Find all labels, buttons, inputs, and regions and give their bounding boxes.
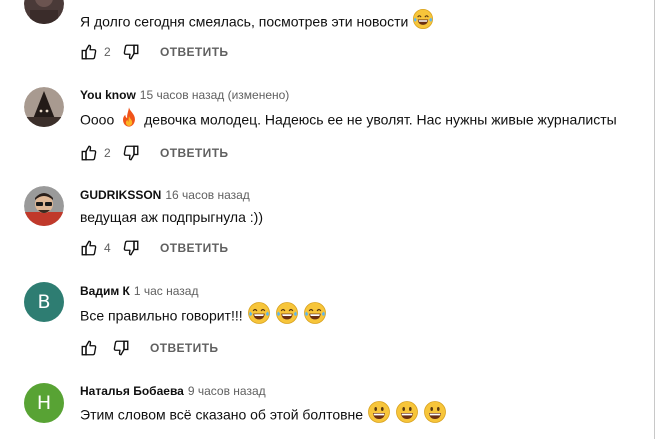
fire-icon <box>118 106 140 133</box>
laughing-face-icon <box>412 8 434 35</box>
avatar[interactable] <box>24 186 64 226</box>
comment-actions: 4 ОТВЕТИТЬ <box>80 236 228 260</box>
comment-meta: Вадим К 1 час назад <box>80 283 199 299</box>
comment-meta: GUDRIKSSON 16 часов назад <box>80 187 250 203</box>
reply-button[interactable]: ОТВЕТИТЬ <box>150 341 218 355</box>
thumbs-up-icon[interactable] <box>80 144 98 162</box>
avatar[interactable] <box>24 87 64 127</box>
like-count: 2 <box>104 45 111 59</box>
comment-actions: 2 ОТВЕТИТЬ <box>80 141 228 165</box>
thumbs-down-icon[interactable] <box>122 43 140 61</box>
grinning-face-icon <box>367 400 391 429</box>
thumbs-up-icon[interactable] <box>80 239 98 257</box>
laughing-face-icon <box>247 301 271 330</box>
author-name[interactable]: Наталья Бобаева <box>80 384 184 398</box>
reply-button[interactable]: ОТВЕТИТЬ <box>160 241 228 255</box>
avatar[interactable] <box>24 0 64 24</box>
avatar-image <box>24 87 64 127</box>
comment-text: Я долго сегодня смеялась, посмотрев эти … <box>80 11 434 35</box>
comment-text: Оооо девочка молодец. Надеюсь ее не увол… <box>80 109 617 133</box>
thumbs-down-icon[interactable] <box>122 239 140 257</box>
author-name[interactable]: Вадим К <box>80 284 130 298</box>
thumbs-up-icon[interactable] <box>80 339 98 357</box>
reply-button[interactable]: ОТВЕТИТЬ <box>160 146 228 160</box>
like-count: 2 <box>104 146 111 160</box>
comment-actions: 2 ОТВЕТИТЬ <box>80 40 228 64</box>
timestamp[interactable]: 15 часов назад (изменено) <box>140 88 290 102</box>
thumbs-up-icon[interactable] <box>80 43 98 61</box>
comment-actions: ОТВЕТИТЬ <box>80 336 218 360</box>
grinning-face-icon <box>423 400 447 429</box>
laughing-face-icon <box>303 301 327 330</box>
avatar[interactable]: Н <box>24 383 64 423</box>
comment-text: Этим словом всё сказано об этой болтовне <box>80 403 447 429</box>
timestamp[interactable]: 9 часов назад <box>188 384 266 398</box>
timestamp[interactable]: 1 час назад <box>134 284 199 298</box>
grinning-face-icon <box>395 400 419 429</box>
author-name[interactable]: You know <box>80 88 136 102</box>
comment-meta: Наталья Бобаева 9 часов назад <box>80 383 266 399</box>
comment-meta: You know 15 часов назад (изменено) <box>80 87 289 103</box>
comment-text: ведущая аж подпрыгнула :)) <box>80 209 263 225</box>
avatar-image <box>24 186 64 226</box>
laughing-face-icon <box>275 301 299 330</box>
author-name[interactable]: GUDRIKSSON <box>80 188 161 202</box>
comment-text: Все правильно говорит!!! <box>80 304 327 330</box>
like-count: 4 <box>104 241 111 255</box>
timestamp[interactable]: 16 часов назад <box>165 188 249 202</box>
reply-button[interactable]: ОТВЕТИТЬ <box>160 45 228 59</box>
thumbs-down-icon[interactable] <box>122 144 140 162</box>
thumbs-down-icon[interactable] <box>112 339 130 357</box>
avatar-image <box>24 0 64 24</box>
avatar[interactable]: В <box>24 282 64 322</box>
